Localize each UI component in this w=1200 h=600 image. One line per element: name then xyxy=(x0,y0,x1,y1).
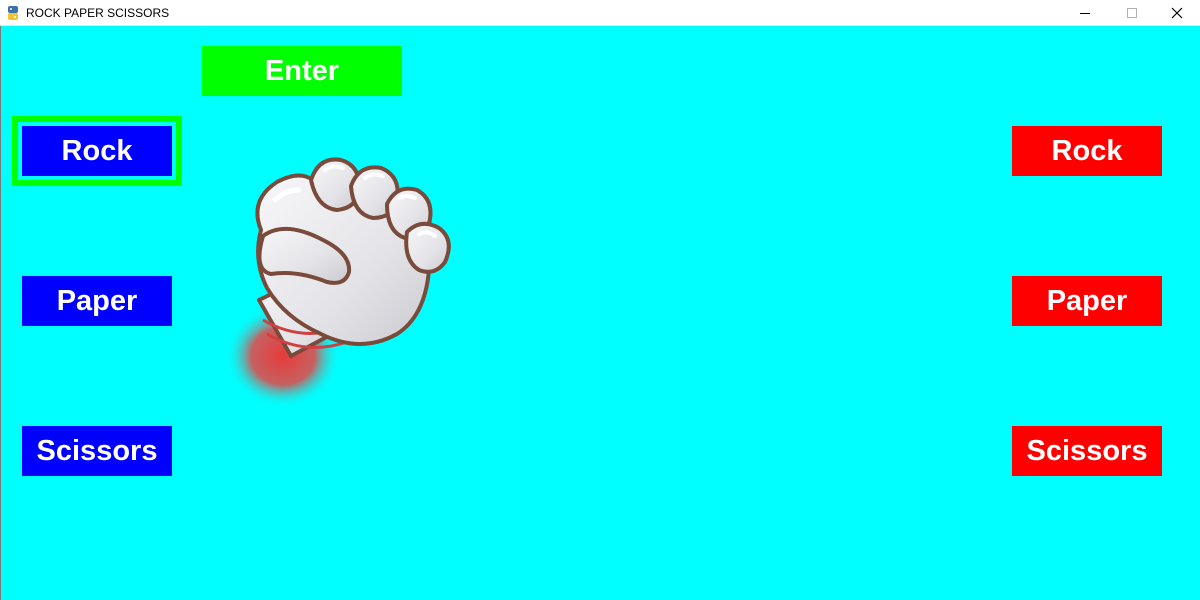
maximize-button[interactable] xyxy=(1109,0,1155,26)
minimize-button[interactable] xyxy=(1062,0,1108,26)
python-snake-icon xyxy=(6,5,20,21)
maximize-icon xyxy=(1127,8,1137,18)
minimize-icon xyxy=(1080,13,1090,14)
player-rock-button[interactable]: Rock xyxy=(22,126,172,176)
computer-rock-button[interactable]: Rock xyxy=(1012,126,1162,176)
enter-button[interactable]: Enter xyxy=(202,46,402,96)
close-icon xyxy=(1171,7,1183,19)
game-canvas: Enter Rock Paper Scissors Rock Paper Sci… xyxy=(0,26,1200,600)
computer-scissors-button[interactable]: Scissors xyxy=(1012,426,1162,476)
app-window: ROCK PAPER SCISSORS Enter Rock Paper Sci… xyxy=(0,0,1200,600)
window-title: ROCK PAPER SCISSORS xyxy=(26,6,170,20)
rock-fist-icon xyxy=(201,120,501,470)
player-paper-button[interactable]: Paper xyxy=(22,276,172,326)
computer-paper-button[interactable]: Paper xyxy=(1012,276,1162,326)
close-button[interactable] xyxy=(1154,0,1200,26)
player-scissors-button[interactable]: Scissors xyxy=(22,426,172,476)
title-bar: ROCK PAPER SCISSORS xyxy=(0,0,1200,26)
